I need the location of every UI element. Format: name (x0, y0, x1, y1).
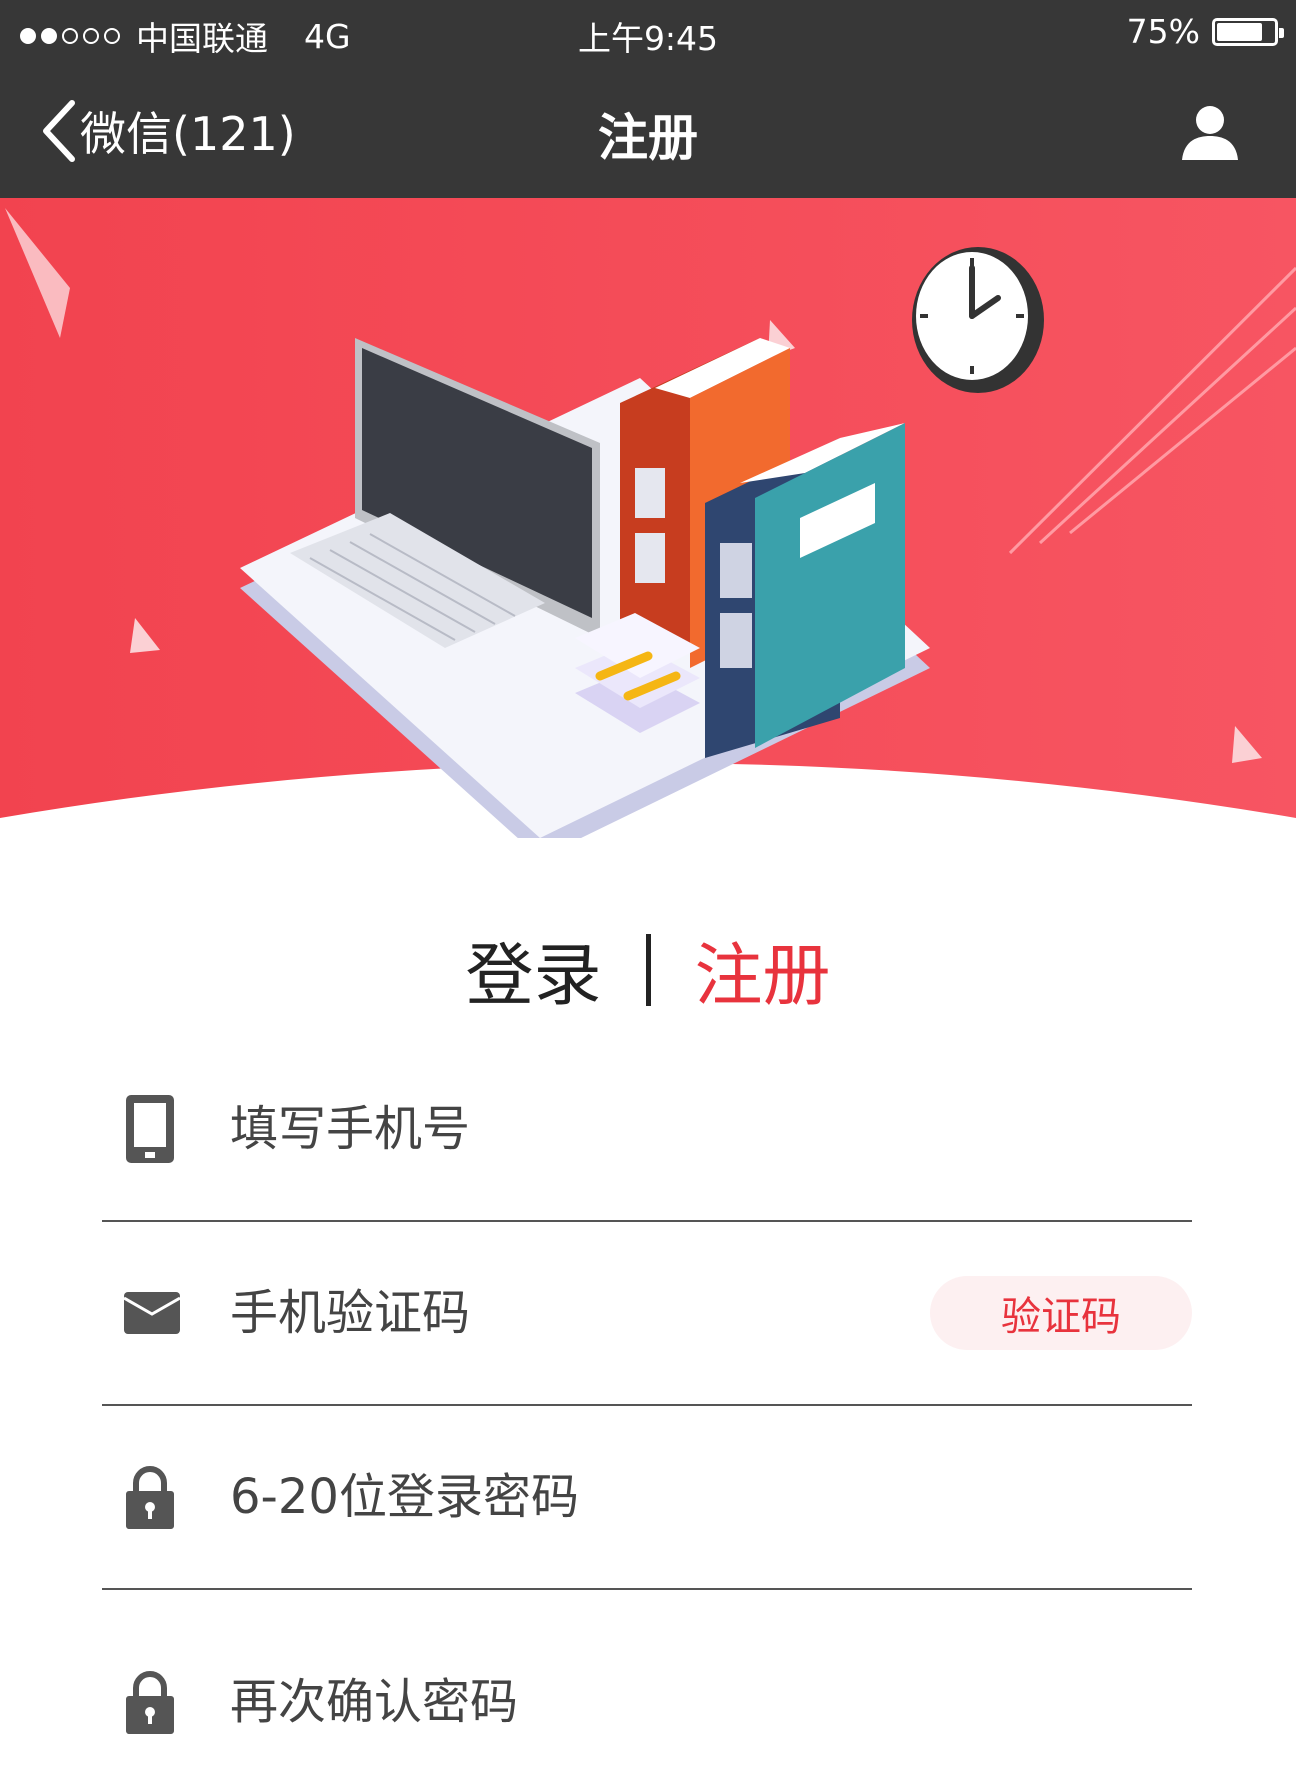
hero-banner (0, 198, 1296, 838)
status-time: 上午9:45 (577, 19, 719, 58)
confirm-password-field-row (102, 1590, 1192, 1774)
sms-code-input[interactable] (230, 1278, 990, 1348)
lock-icon (126, 1671, 174, 1734)
tab-login[interactable]: 登录 (465, 920, 601, 1019)
get-code-button[interactable]: 验证码 (930, 1276, 1192, 1350)
battery-icon (1212, 17, 1284, 46)
clock-icon (912, 247, 1044, 393)
password-input[interactable] (230, 1462, 990, 1532)
profile-button[interactable] (1180, 102, 1240, 166)
code-field-row: 验证码 (102, 1222, 1192, 1406)
auth-tabs: 登录 注册 (0, 920, 1296, 1019)
envelope-icon (124, 1292, 180, 1334)
phone-field-row (102, 1038, 1192, 1222)
password-field-row (102, 1406, 1192, 1590)
page-title: 注册 (598, 109, 698, 167)
nav-bar: 微信(121) 注册 (0, 66, 1296, 198)
lock-icon (126, 1466, 174, 1529)
tab-divider (645, 933, 651, 1006)
hero-illustration (0, 198, 1296, 838)
user-icon (1182, 106, 1238, 160)
confirm-password-input[interactable] (230, 1667, 990, 1737)
status-bar: 中国联通 4G 上午9:45 75% (0, 0, 1296, 66)
battery-group: 75% (1126, 12, 1284, 51)
mobile-phone-icon (126, 1095, 174, 1163)
battery-percent: 75% (1126, 12, 1200, 51)
tab-register[interactable]: 注册 (695, 920, 831, 1019)
phone-input[interactable] (230, 1094, 990, 1164)
